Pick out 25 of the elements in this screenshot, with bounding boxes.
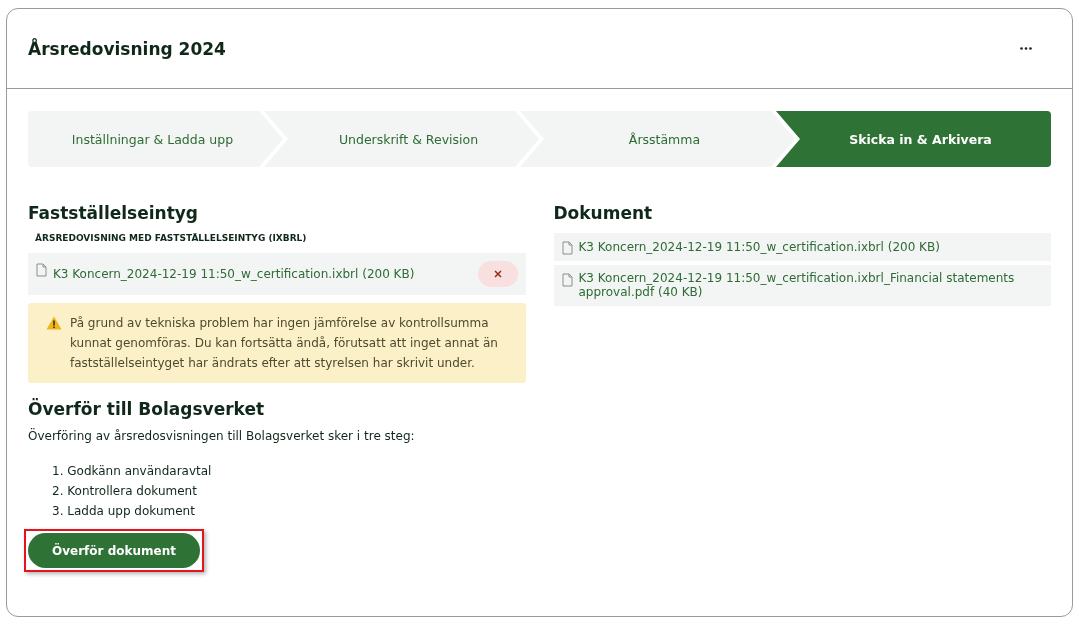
intro-text: Överföring av årsredosvisningen till Bolagsverket sker i tre steg:: [28, 429, 416, 443]
section-heading: Dokument: [553, 203, 654, 223]
file-name[interactable]: K3 Koncern_2024-12-19 11:50_w_certification.ixbrl (200 KB): [53, 266, 472, 282]
list-item: 2. Kontrollera dokument: [52, 483, 198, 500]
file-icon: [561, 241, 573, 255]
list-item: 1. Godkänn användaravtal: [52, 463, 213, 480]
warning-text: På grund av tekniska problem har ingen jämförelse av kontrollsumma kunnat genomföras. Du kan fortsätta ändå, förutsatt att inget annat än fastställelseintyget har ändrats efter att styrelsen har skrivit under.: [70, 315, 499, 372]
warning-icon: [46, 316, 62, 330]
step-tab[interactable]: Inställningar & Ladda upp: [28, 111, 283, 167]
page-title: Årsredovisning 2024: [28, 38, 226, 59]
section-heading: Fastställelseintyg: [28, 203, 200, 223]
file-icon: [36, 263, 47, 277]
more-icon[interactable]: [1020, 47, 1032, 50]
list-item: 3. Ladda upp dokument: [52, 503, 196, 520]
remove-button[interactable]: [477, 261, 518, 287]
file-name[interactable]: K3 Koncern_2024-12-19 11:50_w_certification.ixbrl_Financial statements approval.pdf (40 KB): [578, 271, 1043, 300]
step-tab[interactable]: Skicka in & Arkivera: [776, 111, 1051, 167]
step-tab[interactable]: Årsstämma: [520, 111, 795, 167]
file-name[interactable]: K3 Koncern_2024-12-19 11:50_w_certification.ixbrl (200 KB): [578, 239, 1043, 255]
step-tab[interactable]: Underskrift & Revision: [264, 111, 539, 167]
section-heading: Överför till Bolagsverket: [28, 399, 266, 419]
file-group-label: ÅRSREDOVISNING MED FASTSTÄLLELSEINTYG (IXBRL): [35, 233, 308, 243]
close-icon: [493, 270, 502, 278]
transfer-button[interactable]: Överför dokument: [28, 533, 200, 568]
file-icon: [561, 273, 573, 287]
